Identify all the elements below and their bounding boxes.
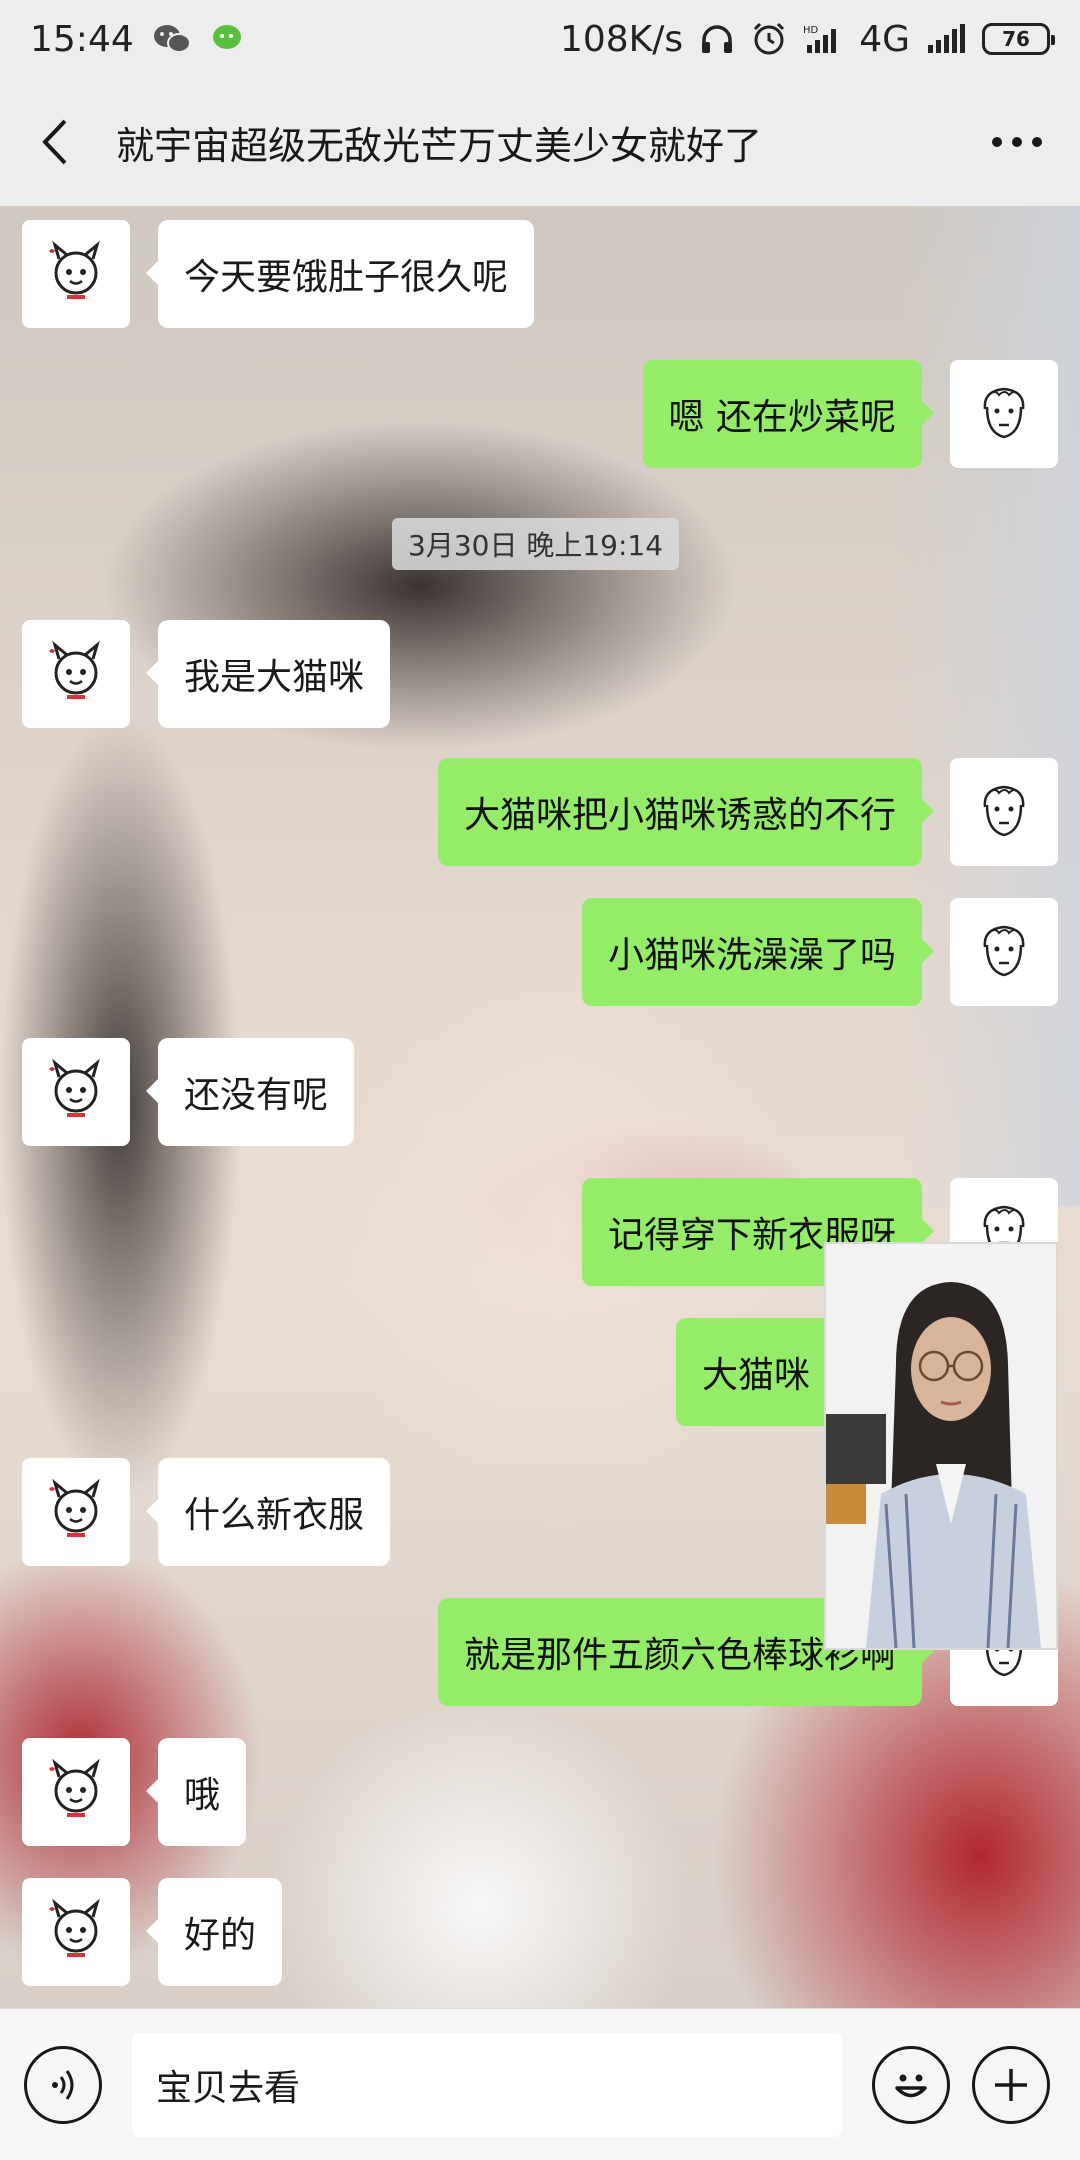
avatar-self[interactable] (950, 758, 1058, 866)
avatar-contact[interactable] (22, 620, 130, 728)
message-bubble-received[interactable]: 我是大猫咪 (145, 620, 391, 728)
status-bar: 15:44 108K/s HD 4G 76 (0, 0, 1080, 78)
mini-program-icon (210, 22, 246, 56)
message-bubble-received[interactable]: 还没有呢 (145, 1038, 355, 1146)
emoji-button[interactable] (872, 2045, 950, 2124)
message-bubble-received[interactable]: 今天要饿肚子很久呢 (145, 220, 535, 328)
cat-girl-avatar-icon (49, 1758, 100, 1817)
avatar-contact[interactable] (22, 220, 130, 328)
chat-header: 就宇宙超级无敌光芒万丈美少女就好了 (0, 78, 1080, 206)
wechat-icon (152, 22, 192, 56)
message-bubble-sent[interactable]: 大猫咪把小猫咪诱惑的不行 (437, 758, 935, 866)
sketch-face-avatar-icon (983, 925, 1025, 977)
cat-girl-avatar-icon (49, 1478, 100, 1537)
background-photo (900, 206, 1080, 1206)
alarm-icon (751, 21, 787, 57)
sketch-face-avatar-icon (983, 387, 1025, 439)
battery-indicator: 76 (982, 23, 1055, 55)
cat-girl-avatar-icon (49, 640, 100, 699)
cat-girl-avatar-icon (49, 1898, 100, 1957)
signal-icon: HD (803, 23, 843, 55)
message-input[interactable]: 宝贝去看 (132, 2032, 842, 2137)
network-type: 4G (859, 18, 910, 60)
cat-girl-avatar-icon (49, 240, 100, 299)
network-speed: 108K/s (559, 18, 684, 60)
floating-video-window[interactable] (824, 1242, 1058, 1650)
more-icon (992, 137, 1042, 147)
more-button[interactable] (982, 114, 1052, 170)
svg-text:HD: HD (803, 25, 819, 36)
input-bar: 宝贝去看 (0, 2008, 1080, 2160)
message-bubble-sent[interactable]: 小猫咪洗澡澡了吗 (581, 898, 935, 1006)
avatar-contact[interactable] (22, 1738, 130, 1846)
chat-area[interactable]: 今天要饿肚子很久呢 嗯 还在炒菜呢 3月30日 晚上19:14 我是大猫咪 大猫… (0, 206, 1080, 2008)
plus-icon (995, 2068, 1027, 2101)
message-bubble-received[interactable]: 好的 (145, 1878, 283, 1986)
plus-button[interactable] (972, 2045, 1050, 2124)
back-button[interactable] (28, 114, 84, 170)
message-bubble-sent[interactable]: 嗯 还在炒菜呢 (642, 360, 935, 468)
avatar-contact[interactable] (22, 1458, 130, 1566)
signal-icon (926, 23, 966, 55)
back-arrow-icon (42, 119, 67, 165)
chat-title: 就宇宙超级无敌光芒万丈美少女就好了 (116, 123, 763, 168)
headphones-icon (699, 22, 735, 56)
voice-icon (52, 2069, 74, 2100)
message-bubble-sent[interactable]: 大猫咪 (676, 1318, 849, 1426)
message-timestamp: 3月30日 晚上19:14 (392, 518, 680, 570)
cat-girl-avatar-icon (49, 1058, 100, 1117)
message-bubble-received[interactable]: 什么新衣服 (145, 1458, 391, 1566)
status-time: 15:44 (30, 18, 134, 60)
voice-button[interactable] (24, 2045, 102, 2124)
sketch-face-avatar-icon (983, 785, 1025, 837)
video-feed (826, 1244, 1056, 1648)
emoji-icon (895, 2074, 927, 2097)
avatar-self[interactable] (950, 898, 1058, 1006)
avatar-contact[interactable] (22, 1038, 130, 1146)
avatar-contact[interactable] (22, 1878, 130, 1986)
message-bubble-received[interactable]: 哦 (145, 1738, 247, 1846)
avatar-self[interactable] (950, 360, 1058, 468)
